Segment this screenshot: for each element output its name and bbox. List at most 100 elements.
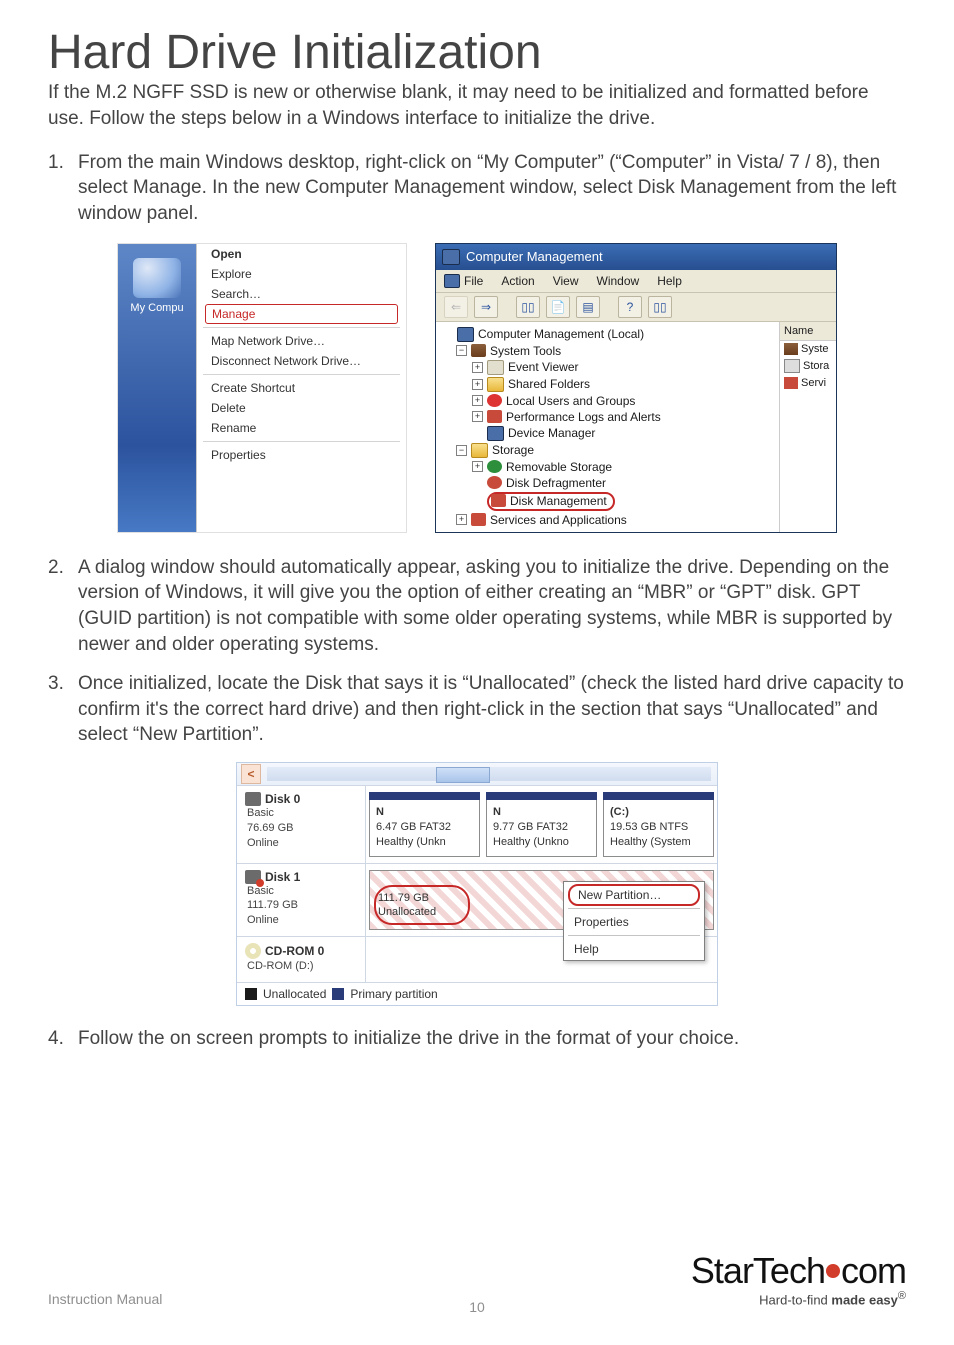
expand-icon[interactable]: + [472, 395, 483, 406]
expand-icon[interactable]: + [472, 461, 483, 472]
device-manager-icon [487, 426, 504, 441]
scroll-left-button[interactable]: < [241, 764, 261, 784]
disk1-unallocated[interactable]: 111.79 GB Unallocated New Partition… Pro… [369, 870, 714, 931]
disk-management-figure: < Disk 0 Basic 76.69 GB Online N 6.47 GB… [236, 762, 718, 1006]
window-titlebar: Computer Management [436, 244, 836, 270]
app-icon [442, 249, 460, 265]
defrag-icon [487, 476, 502, 489]
list-item[interactable]: Syste [780, 341, 836, 357]
step-num: 2. [48, 555, 70, 658]
tree-shared-folders[interactable]: +Shared Folders [442, 376, 777, 393]
menu-separator [203, 441, 400, 442]
disk1-state: Online [245, 913, 357, 928]
menu-item-properties[interactable]: Properties [197, 445, 406, 465]
expand-icon[interactable]: + [472, 362, 483, 373]
menu-item-rename[interactable]: Rename [197, 418, 406, 438]
menu-item-properties[interactable]: Properties [564, 911, 704, 933]
tree-storage[interactable]: −Storage [442, 442, 777, 459]
toolbar-button[interactable]: ▯▯ [516, 296, 540, 318]
step-text: Follow the on screen prompts to initiali… [70, 1026, 906, 1052]
menu-separator [568, 935, 700, 936]
my-computer-icon [133, 258, 181, 298]
disk0-header: Disk 0 [245, 792, 357, 806]
scrollbar-thumb[interactable] [436, 767, 490, 783]
tree-event-viewer[interactable]: +Event Viewer [442, 359, 777, 376]
tree-removable-storage[interactable]: +Removable Storage [442, 459, 777, 475]
menu-item-search[interactable]: Search… [197, 284, 406, 304]
disk0-size: 76.69 GB [245, 821, 357, 836]
tree-disk-management[interactable]: Disk Management [442, 491, 777, 512]
tree-device-manager[interactable]: Device Manager [442, 425, 777, 442]
collapse-icon[interactable]: − [456, 445, 467, 456]
menu-item-delete[interactable]: Delete [197, 398, 406, 418]
menu-item-manage[interactable]: Manage [205, 304, 398, 324]
computer-icon [457, 327, 474, 342]
step-text: From the main Windows desktop, right-cli… [70, 150, 906, 227]
expand-icon[interactable]: + [472, 379, 483, 390]
disk0-type: Basic [245, 806, 357, 821]
list-header: Name [780, 322, 836, 341]
cdrom-sub: CD-ROM (D:) [245, 959, 357, 974]
steps-list: 2.A dialog window should automatically a… [48, 555, 906, 748]
partition-bar [603, 792, 714, 800]
list-item[interactable]: Stora [780, 357, 836, 375]
event-viewer-icon [487, 360, 504, 375]
collapse-icon[interactable]: − [456, 345, 467, 356]
menu-window[interactable]: Window [597, 274, 640, 288]
disk-icon [245, 870, 261, 884]
scrollbar-area: < [237, 763, 717, 785]
menubar: File Action View Window Help [436, 270, 836, 293]
menu-item-explore[interactable]: Explore [197, 264, 406, 284]
step-num: 3. [48, 671, 70, 748]
step-num: 1. [48, 150, 70, 227]
list-pane: Name Syste Stora Servi [779, 322, 836, 532]
tree-root[interactable]: Computer Management (Local) [442, 326, 777, 343]
legend-swatch-primary [332, 988, 344, 1000]
menu-item-new-partition[interactable]: New Partition… [568, 884, 700, 906]
perf-icon [487, 410, 502, 423]
menu-help[interactable]: Help [657, 274, 682, 288]
expand-icon[interactable]: + [456, 514, 467, 525]
menu-item-help[interactable]: Help [564, 938, 704, 960]
partition-bar [369, 792, 480, 800]
disk0-partition-1[interactable]: N 6.47 GB FAT32 Healthy (Unkn [369, 792, 480, 857]
services-icon [784, 377, 798, 389]
disk-mgmt-icon [491, 494, 506, 507]
disk0-partition-3[interactable]: (C:) 19.53 GB NTFS Healthy (System [603, 792, 714, 857]
tree-services[interactable]: +Services and Applications [442, 512, 777, 528]
storage-icon [784, 359, 800, 373]
expand-icon[interactable]: + [472, 411, 483, 422]
help-button[interactable]: ? [618, 296, 642, 318]
toolbox-icon [471, 344, 486, 357]
properties-button[interactable]: 📄 [546, 296, 570, 318]
brand-dot-icon [826, 1264, 840, 1278]
storage-icon [471, 443, 488, 458]
tree-perf-logs[interactable]: +Performance Logs and Alerts [442, 409, 777, 425]
disk0-row: Disk 0 Basic 76.69 GB Online N 6.47 GB F… [237, 785, 717, 863]
menu-view[interactable]: View [553, 274, 579, 288]
list-item[interactable]: Servi [780, 375, 836, 391]
toolbar: ⇐ ⇒ ▯▯ 📄 ▤ ? ▯▯ [436, 293, 836, 322]
context-menu: Open Explore Search… Manage Map Network … [197, 244, 406, 532]
menu-item-map-drive[interactable]: Map Network Drive… [197, 331, 406, 351]
menu-item-open[interactable]: Open [197, 244, 406, 264]
step-num: 4. [48, 1026, 70, 1052]
back-button[interactable]: ⇐ [444, 296, 468, 318]
tree-system-tools[interactable]: −System Tools [442, 343, 777, 359]
menu-file[interactable]: File [444, 274, 483, 288]
context-menu-figure: My Compu Open Explore Search… Manage Map… [117, 243, 407, 533]
computer-management-figure: Computer Management File Action View Win… [435, 243, 837, 533]
menu-action[interactable]: Action [501, 274, 534, 288]
tree-defragmenter[interactable]: Disk Defragmenter [442, 475, 777, 491]
toolbar-button[interactable]: ▯▯ [648, 296, 672, 318]
scrollbar-track[interactable] [267, 767, 711, 781]
page-title: Hard Drive Initialization [48, 28, 906, 78]
services-icon [471, 513, 486, 526]
menu-separator [568, 908, 700, 909]
forward-button[interactable]: ⇒ [474, 296, 498, 318]
disk0-partition-2[interactable]: N 9.77 GB FAT32 Healthy (Unkno [486, 792, 597, 857]
export-button[interactable]: ▤ [576, 296, 600, 318]
menu-item-shortcut[interactable]: Create Shortcut [197, 378, 406, 398]
menu-item-disconnect-drive[interactable]: Disconnect Network Drive… [197, 351, 406, 371]
tree-local-users[interactable]: +Local Users and Groups [442, 393, 777, 409]
